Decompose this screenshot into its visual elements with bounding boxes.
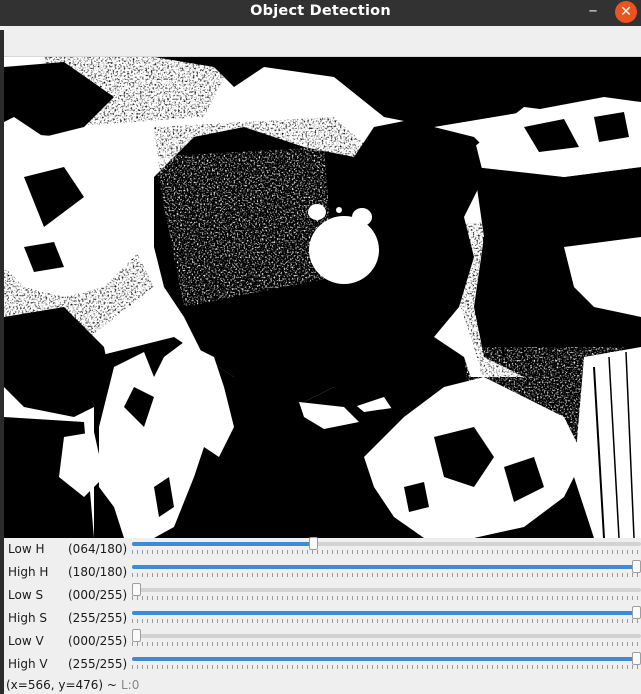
trackbar-handle[interactable] <box>132 583 141 596</box>
trackbar-handle[interactable] <box>632 560 641 573</box>
minimize-icon[interactable]: – <box>581 0 605 26</box>
window-title: Object Detection <box>250 3 391 19</box>
trackbar-fill <box>132 565 641 569</box>
trackbar-slider[interactable] <box>132 634 641 638</box>
trackbar-row: Low S (000/255) <box>4 583 641 607</box>
trackbar-panel: Low H (064/180) High H (180/180) Low S (000/2… <box>4 537 641 676</box>
trackbar-slider[interactable] <box>132 657 641 661</box>
threshold-mask-image <box>4 57 641 538</box>
trackbar-fill <box>132 657 641 661</box>
trackbar-value: (000/255) <box>68 634 128 648</box>
toolbar <box>4 26 641 57</box>
trackbar-label: Low V <box>8 634 44 648</box>
trackbar-ticks <box>132 642 641 646</box>
cursor-coordinates: (x=566, y=476) ~ <box>6 678 117 692</box>
trackbar-ticks <box>132 619 641 623</box>
trackbar-value: (255/255) <box>68 611 128 625</box>
trackbar-value: (064/180) <box>68 542 128 556</box>
trackbar-label: Low H <box>8 542 45 556</box>
trackbar-slider[interactable] <box>132 611 641 615</box>
trackbar-ticks <box>132 573 641 577</box>
trackbar-label: High S <box>8 611 48 625</box>
trackbar-row: High S (255/255) <box>4 606 641 630</box>
trackbar-ticks <box>132 550 641 554</box>
trackbar-ticks <box>132 596 641 600</box>
trackbar-slider[interactable] <box>132 542 641 546</box>
trackbar-slider[interactable] <box>132 588 641 592</box>
trackbar-handle[interactable] <box>132 629 141 642</box>
zoom-level: L:0 <box>121 678 140 692</box>
trackbar-slider[interactable] <box>132 565 641 569</box>
trackbar-row: High V (255/255) <box>4 652 641 676</box>
title-bar[interactable]: Object Detection – ✕ <box>0 0 641 26</box>
image-view[interactable] <box>4 57 641 538</box>
trackbar-label: Low S <box>8 588 44 602</box>
trackbar-value: (180/180) <box>68 565 128 579</box>
trackbar-list: Low H (064/180) High H (180/180) Low S (000/2… <box>4 537 641 676</box>
trackbar-ticks <box>132 665 641 669</box>
trackbar-row: High H (180/180) <box>4 560 641 584</box>
trackbar-row: Low V (000/255) <box>4 629 641 653</box>
trackbar-label: High V <box>8 657 48 671</box>
trackbar-row: Low H (064/180) <box>4 537 641 561</box>
trackbar-fill <box>132 611 641 615</box>
status-bar: (x=566, y=476) ~ L:0 <box>4 676 641 694</box>
trackbar-handle[interactable] <box>308 537 318 550</box>
trackbar-value: (000/255) <box>68 588 128 602</box>
trackbar-value: (255/255) <box>68 657 128 671</box>
trackbar-handle[interactable] <box>632 606 641 619</box>
trackbar-label: High H <box>8 565 49 579</box>
trackbar-handle[interactable] <box>632 652 641 665</box>
trackbar-fill <box>132 542 313 546</box>
close-icon[interactable]: ✕ <box>615 1 637 23</box>
